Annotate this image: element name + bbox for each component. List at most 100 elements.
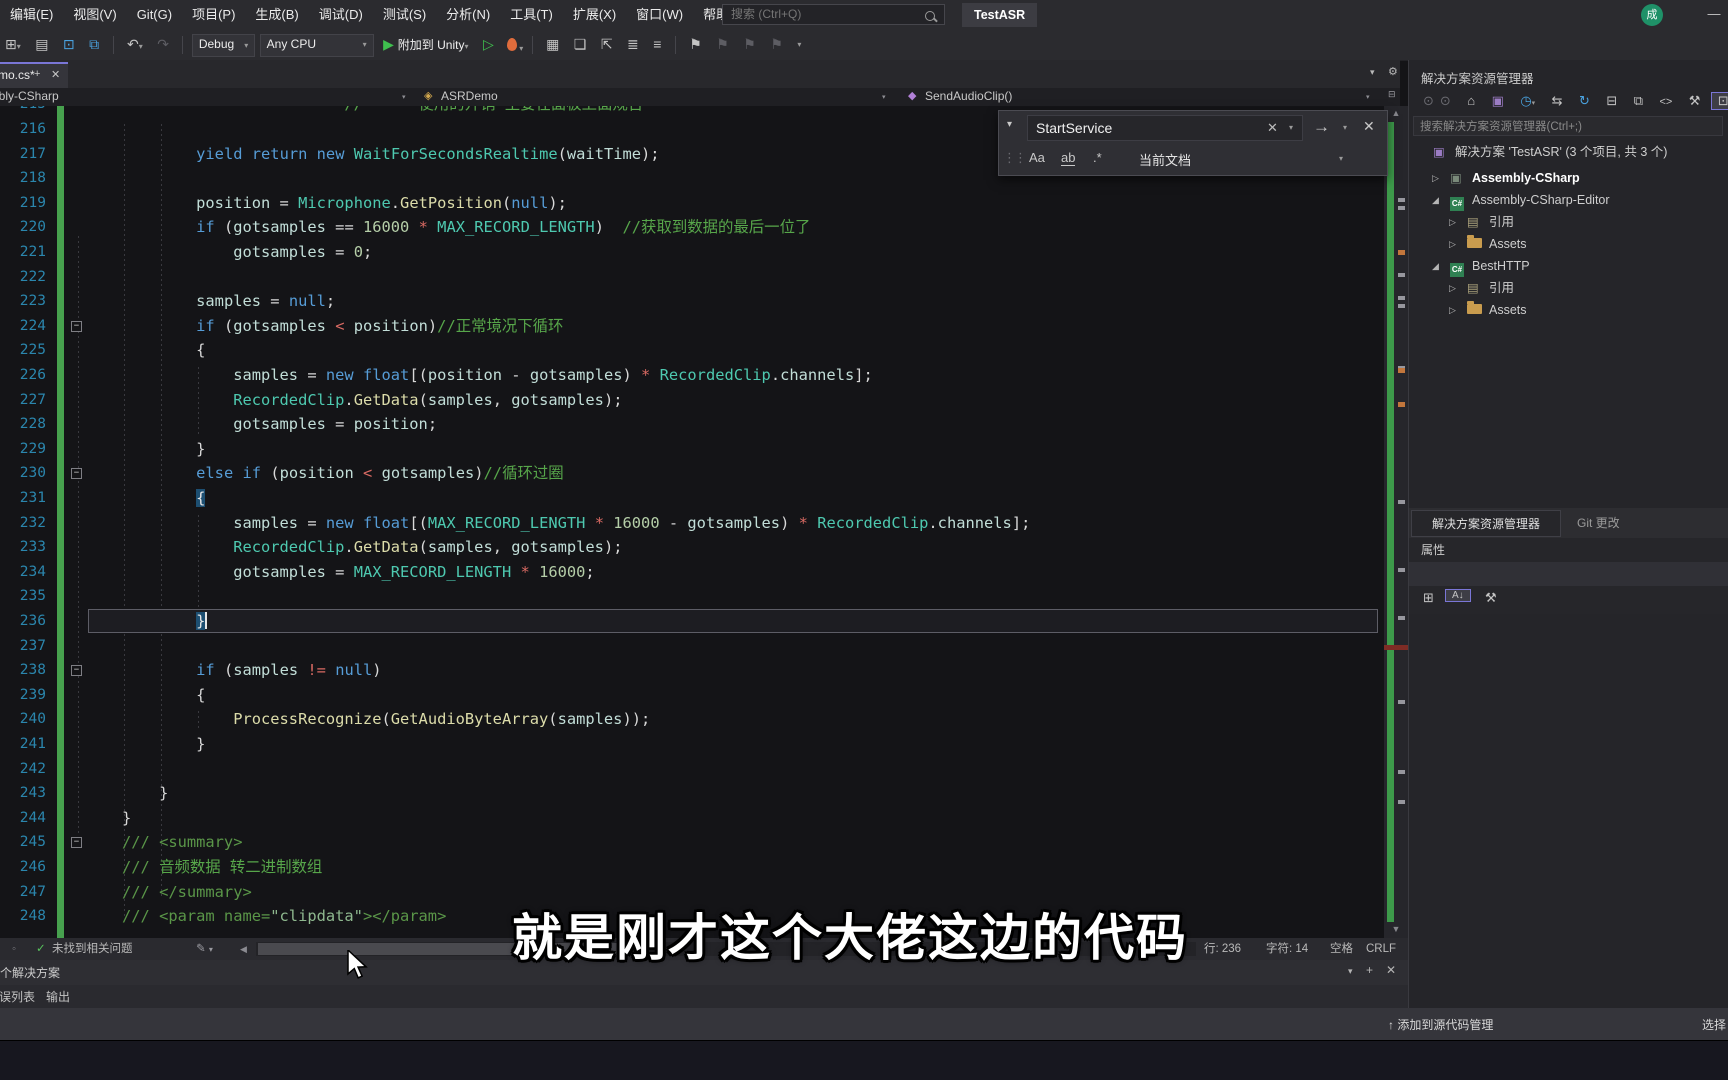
code-line-240[interactable]: 240 ProcessRecognize(GetAudioByteArray(s… [0, 707, 1384, 732]
property-pages-icon[interactable]: ⚒ [1479, 590, 1503, 606]
code-editor[interactable]: 215 // 使用的开销 主要在面板上面规告 216 217 yield retur… [0, 106, 1384, 938]
panel-options-chevron-icon[interactable]: ▾ [1348, 966, 1353, 977]
breadcrumb-method[interactable]: SendAudioClip() [925, 89, 1012, 103]
new-file-icon[interactable]: ⊞▾ [0, 30, 26, 61]
close-icon[interactable]: ✕ [51, 68, 60, 81]
pin-icon[interactable]: + [34, 68, 40, 80]
whole-word-button[interactable]: ab [1061, 150, 1076, 166]
tab-output[interactable]: 输出 [46, 988, 70, 1005]
hot-reload-icon[interactable] [507, 38, 518, 51]
back-icon[interactable]: ⊙ [1417, 93, 1440, 109]
home-icon[interactable]: ⌂ [1461, 93, 1481, 108]
code-line-224[interactable]: 224 − if (gotsamples < position)//正常境况下循环 [0, 314, 1384, 339]
menu-生成(B)[interactable]: 生成(B) [245, 0, 308, 30]
find-next-icon[interactable]: → [1313, 117, 1330, 137]
add-to-source-control-button[interactable]: ↑ 添加到源代码管理 [1388, 1016, 1493, 1033]
code-line-220[interactable]: 220 if (gotsamples == 16000 * MAX_RECORD… [0, 215, 1384, 240]
breadcrumb-project[interactable]: Assembly-CSharp [0, 88, 372, 106]
menu-编辑(E)[interactable]: 编辑(E) [0, 0, 63, 30]
code-line-227[interactable]: 227 RecordedClip.GetData(samples, gotsam… [0, 388, 1384, 413]
collapse-all-icon[interactable]: ⊟ [1600, 93, 1623, 109]
match-case-button[interactable]: Aa [1029, 150, 1045, 165]
code-line-219[interactable]: 219 position = Microphone.GetPosition(nu… [0, 191, 1384, 216]
code-line-230[interactable]: 230 − else if (position < gotsamples)//循环… [0, 461, 1384, 486]
close-icon[interactable]: ✕ [1386, 963, 1396, 977]
sync-with-active-document-icon[interactable]: ⇆ [1546, 93, 1569, 109]
tree-item-引用[interactable]: ▷ ▤ 引用 [1409, 212, 1728, 233]
indent-icon[interactable]: ≣ [622, 30, 644, 59]
next-bookmark-icon[interactable]: ⚑ [738, 30, 761, 59]
expand-replace-chevron-icon[interactable]: ▾ [1007, 119, 1012, 130]
open-folder-icon[interactable]: ▤ [30, 30, 53, 59]
prev-bookmark-icon[interactable]: ⚑ [711, 30, 734, 59]
pin-icon[interactable]: + [1366, 963, 1373, 977]
fold-toggle-icon[interactable]: − [71, 837, 82, 849]
menu-工具(T)[interactable]: 工具(T) [500, 0, 563, 30]
close-find-icon[interactable]: ✕ [1363, 118, 1375, 135]
code-line-241[interactable]: 241 } [0, 732, 1384, 757]
background-tasks-icon[interactable]: ◦ [12, 938, 16, 960]
minimize-button[interactable]: — [1700, 0, 1728, 30]
search-scope-combo[interactable]: 当前文档 [1139, 150, 1191, 169]
save-icon[interactable]: ⊡ [58, 30, 80, 59]
pending-changes-filter-icon[interactable]: ◷▾ [1514, 93, 1541, 109]
debug-target-combo[interactable]: Debug ▾ [191, 34, 256, 57]
platform-combo[interactable]: Any CPU ▾ [259, 34, 374, 57]
tree-item-Assembly-CSharp-Editor[interactable]: ◢ C# Assembly-CSharp-Editor [1409, 190, 1728, 211]
tab-options-gear-icon[interactable]: ⚙ [1388, 65, 1398, 78]
chevron-down-icon[interactable]: ▾ [402, 93, 406, 101]
scroll-down-icon[interactable]: ▼ [1384, 924, 1408, 934]
attach-to-unity-button[interactable]: ▶ 附加到 Unity▾ [378, 30, 473, 61]
split-window-icon[interactable]: ⊟ [1388, 89, 1396, 100]
save-all-icon[interactable]: ⧉ [84, 30, 104, 59]
code-line-244[interactable]: 244} [0, 806, 1384, 831]
redo-icon[interactable]: ↷ [152, 30, 174, 59]
preview-selected-items-icon[interactable]: ⊡ [1710, 92, 1728, 110]
outdent-icon[interactable]: ≡ [648, 30, 666, 59]
code-line-235[interactable]: 235 [0, 584, 1384, 609]
code-line-231[interactable]: 231 { [0, 486, 1384, 511]
code-line-221[interactable]: 221 gotsamples = 0; [0, 240, 1384, 265]
explorer-search-input[interactable]: 搜索解决方案资源管理器(Ctrl+;) [1413, 116, 1723, 136]
code-line-245[interactable]: 245 − /// <summary> [0, 830, 1384, 855]
refresh-icon[interactable]: ↻ [1573, 93, 1596, 109]
code-line-237[interactable]: 237 [0, 634, 1384, 659]
code-line-229[interactable]: 229 } [0, 437, 1384, 462]
code-line-225[interactable]: 225 { [0, 338, 1384, 363]
tab-solution-explorer[interactable]: 解决方案资源管理器 [1411, 510, 1561, 537]
search-history-chevron-icon[interactable]: ▾ [1289, 123, 1293, 132]
expand-arrow-icon[interactable]: ▷ [1449, 300, 1456, 321]
status-right-cut-label[interactable]: 选择 [1702, 1016, 1726, 1033]
code-line-223[interactable]: 223 samples = null; [0, 289, 1384, 314]
menu-Git(G)[interactable]: Git(G) [127, 0, 182, 30]
expand-arrow-icon[interactable]: ▷ [1449, 278, 1456, 299]
window-layout-icon[interactable]: ❏ [569, 30, 592, 59]
code-line-242[interactable]: 242 [0, 757, 1384, 782]
scope-chevron-icon[interactable]: ▾ [1339, 154, 1343, 163]
code-line-222[interactable]: 222 [0, 265, 1384, 290]
sort-alphabetical-icon[interactable]: A↓ [1445, 589, 1471, 602]
space-mode-indicator[interactable]: 空格 [1330, 938, 1353, 960]
expand-arrow-icon[interactable]: ▷ [1449, 234, 1456, 255]
column-indicator[interactable]: 字符: 14 [1266, 938, 1308, 960]
bookmark-icon[interactable]: ⚑ [684, 30, 707, 59]
clear-search-icon[interactable]: ✕ [1267, 120, 1278, 136]
expand-arrow-icon[interactable]: ▷ [1432, 168, 1439, 189]
code-line-243[interactable]: 243 } [0, 781, 1384, 806]
breadcrumb-file[interactable]: ASRDemo [441, 89, 498, 103]
quick-search-input[interactable] [722, 4, 945, 25]
eol-indicator[interactable]: CRLF [1366, 938, 1396, 960]
tree-item-解决方案-TestASR-3-个项目-共-3-个-[interactable]: ▣ 解决方案 'TestASR' (3 个项目, 共 3 个) [1409, 142, 1728, 163]
menu-窗口(W)[interactable]: 窗口(W) [626, 0, 693, 30]
menu-视图(V)[interactable]: 视图(V) [63, 0, 126, 30]
tab-git-changes[interactable]: Git 更改 [1577, 514, 1620, 531]
forward-icon[interactable]: ⊙ [1440, 93, 1457, 109]
tree-item-Assets[interactable]: ▷ Assets [1409, 300, 1728, 321]
view-code-icon[interactable]: <> [1653, 96, 1678, 108]
code-line-246[interactable]: 246 /// 音频数据 转二进制数组 [0, 855, 1384, 880]
menu-分析(N)[interactable]: 分析(N) [436, 0, 500, 30]
code-line-234[interactable]: 234 gotsamples = MAX_RECORD_LENGTH * 160… [0, 560, 1384, 585]
editor-vertical-scrollbar[interactable]: ▲ ▼ [1384, 106, 1408, 938]
fold-toggle-icon[interactable]: − [71, 320, 82, 332]
edit-mode-icon[interactable]: ✎ ▾ [196, 938, 213, 961]
